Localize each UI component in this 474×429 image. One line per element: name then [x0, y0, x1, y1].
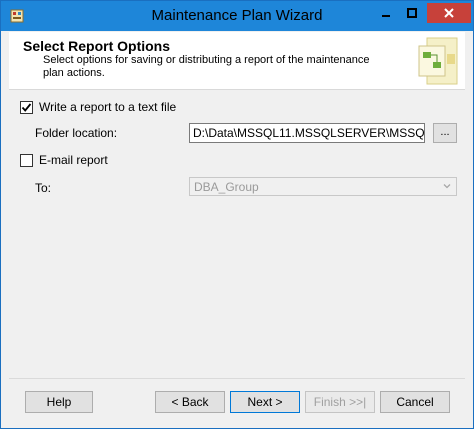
folder-location-input[interactable]: D:\Data\MSSQL11.MSSQLSERVER\MSSQL\Log	[189, 123, 425, 143]
wizard-window: Maintenance Plan Wizard Select Report Op…	[0, 0, 474, 429]
wizard-banner-icon	[418, 37, 458, 85]
to-select-value: DBA_Group	[194, 180, 259, 194]
write-report-checkbox[interactable]	[20, 100, 33, 114]
to-label: To:	[35, 181, 52, 195]
minimize-icon	[382, 15, 390, 17]
to-row: To:	[35, 181, 51, 195]
folder-location-row: Folder location:	[35, 126, 117, 140]
wizard-header: Select Report Options Select options for…	[9, 32, 465, 90]
email-report-label: E-mail report	[39, 153, 108, 167]
folder-location-label: Folder location:	[35, 126, 118, 140]
title-bar[interactable]: Maintenance Plan Wizard	[1, 1, 473, 31]
browse-folder-button[interactable]: ...	[433, 123, 457, 143]
write-report-label: Write a report to a text file	[39, 100, 177, 114]
help-button[interactable]: Help	[25, 391, 93, 413]
minimize-button[interactable]	[373, 3, 399, 23]
write-report-row[interactable]: Write a report to a text file	[20, 100, 176, 114]
page-description: Select options for saving or distributin…	[43, 54, 370, 79]
wizard-content: Write a report to a text file Folder loc…	[9, 90, 465, 378]
checkmark-icon	[21, 102, 32, 112]
maximize-button[interactable]	[399, 3, 425, 23]
to-select[interactable]: DBA_Group	[189, 177, 457, 196]
email-report-row[interactable]: E-mail report	[20, 153, 108, 167]
cancel-button[interactable]: Cancel	[380, 391, 450, 413]
next-button[interactable]: Next >	[230, 391, 300, 413]
back-button[interactable]: < Back	[155, 391, 225, 413]
finish-button[interactable]: Finish >>|	[305, 391, 375, 413]
close-button[interactable]	[427, 3, 471, 23]
email-report-checkbox[interactable]	[20, 153, 33, 167]
footer-divider	[9, 378, 465, 379]
page-title: Select Report Options	[23, 38, 171, 54]
maximize-icon	[407, 8, 417, 18]
close-icon	[444, 8, 454, 18]
chevron-down-icon	[443, 184, 451, 189]
